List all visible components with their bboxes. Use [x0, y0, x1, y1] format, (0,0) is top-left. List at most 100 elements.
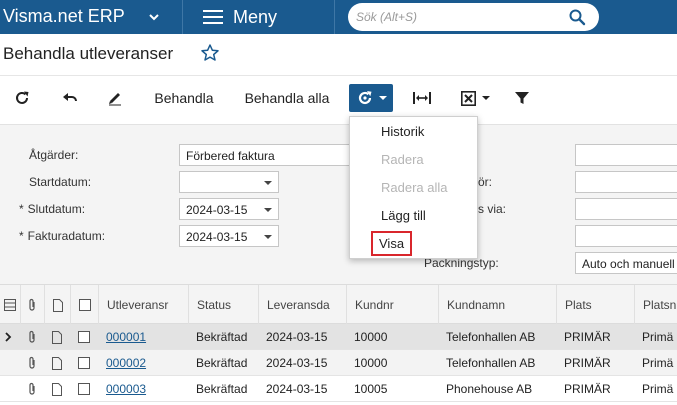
row-checkbox[interactable] — [70, 350, 98, 376]
menu-item-delete: Radera — [381, 151, 424, 167]
table-row[interactable]: 000001 Bekräftad 2024-03-15 10000 Telefo… — [0, 324, 677, 350]
export-button[interactable] — [455, 84, 495, 112]
process-button[interactable]: Behandla — [146, 84, 222, 112]
hamburger-icon — [203, 10, 223, 24]
right-field[interactable] — [575, 171, 677, 193]
status-cell: Bekräftad — [196, 356, 248, 370]
end-date-field[interactable]: 2024-03-15 — [179, 198, 279, 220]
undo-button[interactable] — [58, 84, 82, 112]
location-cell: PRIMÄR — [564, 356, 611, 370]
column-settings-icon[interactable] — [0, 285, 20, 325]
actions-menu-button[interactable] — [349, 84, 393, 112]
table-row[interactable]: 000002 Bekräftad 2024-03-15 10000 Telefo… — [0, 350, 677, 376]
chevron-down-icon[interactable] — [147, 10, 161, 24]
date-cell: 2024-03-15 — [266, 330, 328, 344]
topbar-divider — [334, 0, 335, 34]
edit-button[interactable] — [103, 84, 127, 112]
row-checkbox[interactable] — [70, 376, 98, 402]
right-field[interactable] — [575, 225, 677, 247]
attachment-icon[interactable] — [20, 376, 44, 402]
shipment-number-link[interactable]: 000003 — [98, 376, 188, 402]
invoice-date-label: * Fakturadatum: — [19, 229, 106, 243]
attachment-icon[interactable] — [20, 350, 44, 376]
partial-label: s via: — [478, 202, 507, 216]
packing-type-select[interactable]: Auto och manuell — [575, 252, 677, 274]
select-all-checkbox[interactable] — [70, 285, 98, 325]
note-header-icon — [44, 285, 70, 325]
attachment-icon[interactable] — [20, 324, 44, 350]
process-all-label: Behandla alla — [244, 90, 330, 106]
menu-item-add[interactable]: Lägg till — [350, 201, 477, 229]
start-date-field[interactable] — [179, 171, 279, 193]
location-name-cell: Primä — [642, 330, 674, 344]
column-header[interactable]: Leveransda — [258, 285, 346, 325]
topbar-divider — [182, 0, 183, 34]
caret-down-icon — [378, 96, 387, 100]
search-icon[interactable] — [568, 8, 586, 26]
brand-name[interactable]: Visma.net ERP — [3, 6, 125, 27]
row-checkbox[interactable] — [70, 324, 98, 350]
caret-down-icon — [481, 96, 490, 100]
column-header[interactable]: Kundnr — [346, 285, 438, 325]
partial-label: ör: — [478, 175, 493, 189]
filter-button[interactable] — [510, 84, 534, 112]
refresh-icon — [16, 91, 29, 104]
column-header[interactable]: Status — [188, 285, 258, 325]
column-header[interactable]: Platsn — [634, 285, 677, 325]
customer-name-cell: Telefonhallen AB — [446, 330, 536, 344]
undo-icon — [63, 93, 77, 102]
column-header[interactable]: Plats — [556, 285, 634, 325]
invoice-date-field[interactable]: 2024-03-15 — [179, 225, 279, 247]
column-header[interactable]: Kundnamn — [438, 285, 556, 325]
refresh-button[interactable] — [10, 84, 34, 112]
process-label: Behandla — [154, 90, 214, 106]
action-select[interactable]: Förbered faktura — [179, 144, 351, 166]
attachment-header-icon — [20, 285, 44, 325]
location-name-cell: Primä — [642, 382, 674, 396]
chevron-down-icon — [264, 208, 272, 212]
search-box — [348, 3, 599, 31]
process-all-button[interactable]: Behandla alla — [236, 84, 338, 112]
right-field[interactable] — [575, 144, 677, 166]
customer-number-cell: 10000 — [354, 356, 388, 370]
filter-form: Åtgärder: Förbered faktura Startdatum: *… — [0, 124, 677, 284]
customer-number-cell: 10000 — [354, 330, 388, 344]
row-selector-icon — [0, 324, 20, 350]
customer-name-cell: Telefonhallen AB — [446, 356, 536, 370]
end-date-label: * Slutdatum: — [19, 202, 86, 216]
menu-item-history[interactable]: Historik — [350, 117, 477, 145]
shipment-number-link[interactable]: 000001 — [98, 324, 188, 350]
shipment-number-link[interactable]: 000002 — [98, 350, 188, 376]
date-cell: 2024-03-15 — [266, 356, 328, 370]
shipments-grid: Utleveransr Status Leveransda Kundnr Kun… — [0, 284, 677, 405]
note-icon[interactable] — [44, 324, 70, 350]
table-row[interactable]: 000003 Bekräftad 2024-03-15 10005 Phoneh… — [0, 376, 677, 402]
note-icon[interactable] — [44, 350, 70, 376]
sync-icon — [358, 91, 371, 105]
chevron-down-icon — [264, 181, 272, 185]
filter-icon — [515, 92, 529, 104]
toolbar: Behandla Behandla alla — [0, 76, 677, 120]
status-cell: Bekräftad — [196, 330, 248, 344]
search-input[interactable] — [356, 8, 561, 26]
page-title: Behandla utleveranser — [3, 44, 174, 63]
pencil-icon — [109, 93, 121, 106]
menu-item-show[interactable]: Visa — [350, 229, 477, 257]
actions-dropdown: Historik Radera Radera alla Lägg till Vi… — [349, 116, 478, 259]
column-header[interactable]: Utleveransr — [98, 285, 188, 325]
customer-name-cell: Phonehouse AB — [446, 382, 533, 396]
location-cell: PRIMÄR — [564, 382, 611, 396]
star-icon[interactable] — [200, 43, 220, 63]
excel-icon — [460, 90, 476, 106]
menu-label: Meny — [233, 6, 278, 27]
start-date-label: Startdatum: — [29, 175, 92, 189]
customer-number-cell: 10005 — [354, 382, 388, 396]
location-cell: PRIMÄR — [564, 330, 611, 344]
chevron-down-icon — [264, 235, 272, 239]
menu-button[interactable]: Meny — [203, 4, 277, 30]
right-field[interactable] — [575, 198, 677, 220]
status-cell: Bekräftad — [196, 382, 248, 396]
fit-width-icon — [413, 92, 431, 104]
note-icon[interactable] — [44, 376, 70, 402]
fit-columns-button[interactable] — [410, 84, 434, 112]
